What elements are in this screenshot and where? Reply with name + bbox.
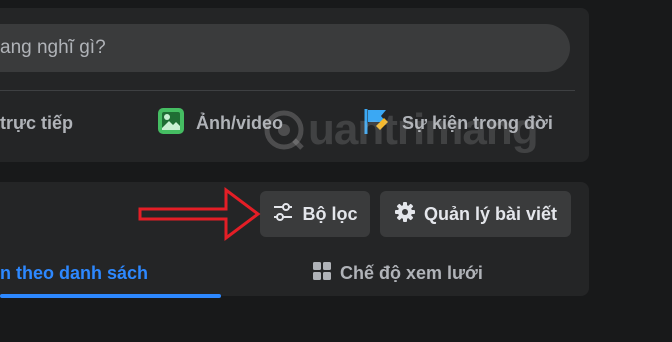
active-tab-indicator xyxy=(0,294,221,298)
life-event-label: Sự kiện trong đời xyxy=(402,112,553,133)
composer-placeholder: ang nghĩ gì? xyxy=(0,37,106,58)
photo-video-label: Ảnh/video xyxy=(196,112,284,133)
divider xyxy=(0,90,575,91)
life-event-button[interactable]: Sự kiện trong đời xyxy=(362,105,553,141)
composer-input[interactable]: ang nghĩ gì? xyxy=(0,24,570,72)
tab-grid-view[interactable]: Chế độ xem lưới xyxy=(312,250,492,296)
filter-label: Bộ lọc xyxy=(302,203,358,224)
gear-icon xyxy=(394,201,416,228)
filter-button[interactable]: Bộ lọc xyxy=(260,191,370,237)
manage-posts-label: Quản lý bài viết xyxy=(423,203,558,224)
photo-video-icon xyxy=(156,106,186,141)
sliders-icon xyxy=(272,201,294,228)
live-video-button[interactable]: trực tiếp xyxy=(0,105,73,141)
red-arrow-annotation xyxy=(138,187,261,241)
life-event-flag-icon xyxy=(362,106,392,141)
posts-card: Bộ lọc Quản lý bài viết n theo danh sách xyxy=(0,182,589,298)
tab-grid-view-label: Chế độ xem lưới xyxy=(340,262,483,283)
tab-list-view-label: n theo danh sách xyxy=(0,262,149,283)
composer-card: ang nghĩ gì? trực tiếp Ảnh/video Sự kiện… xyxy=(0,8,589,162)
manage-posts-button[interactable]: Quản lý bài viết xyxy=(380,191,571,237)
tab-list-view[interactable]: n theo danh sách xyxy=(0,250,221,298)
photo-video-button[interactable]: Ảnh/video xyxy=(156,105,283,141)
grid-icon xyxy=(312,261,332,286)
live-video-label: trực tiếp xyxy=(0,112,74,133)
